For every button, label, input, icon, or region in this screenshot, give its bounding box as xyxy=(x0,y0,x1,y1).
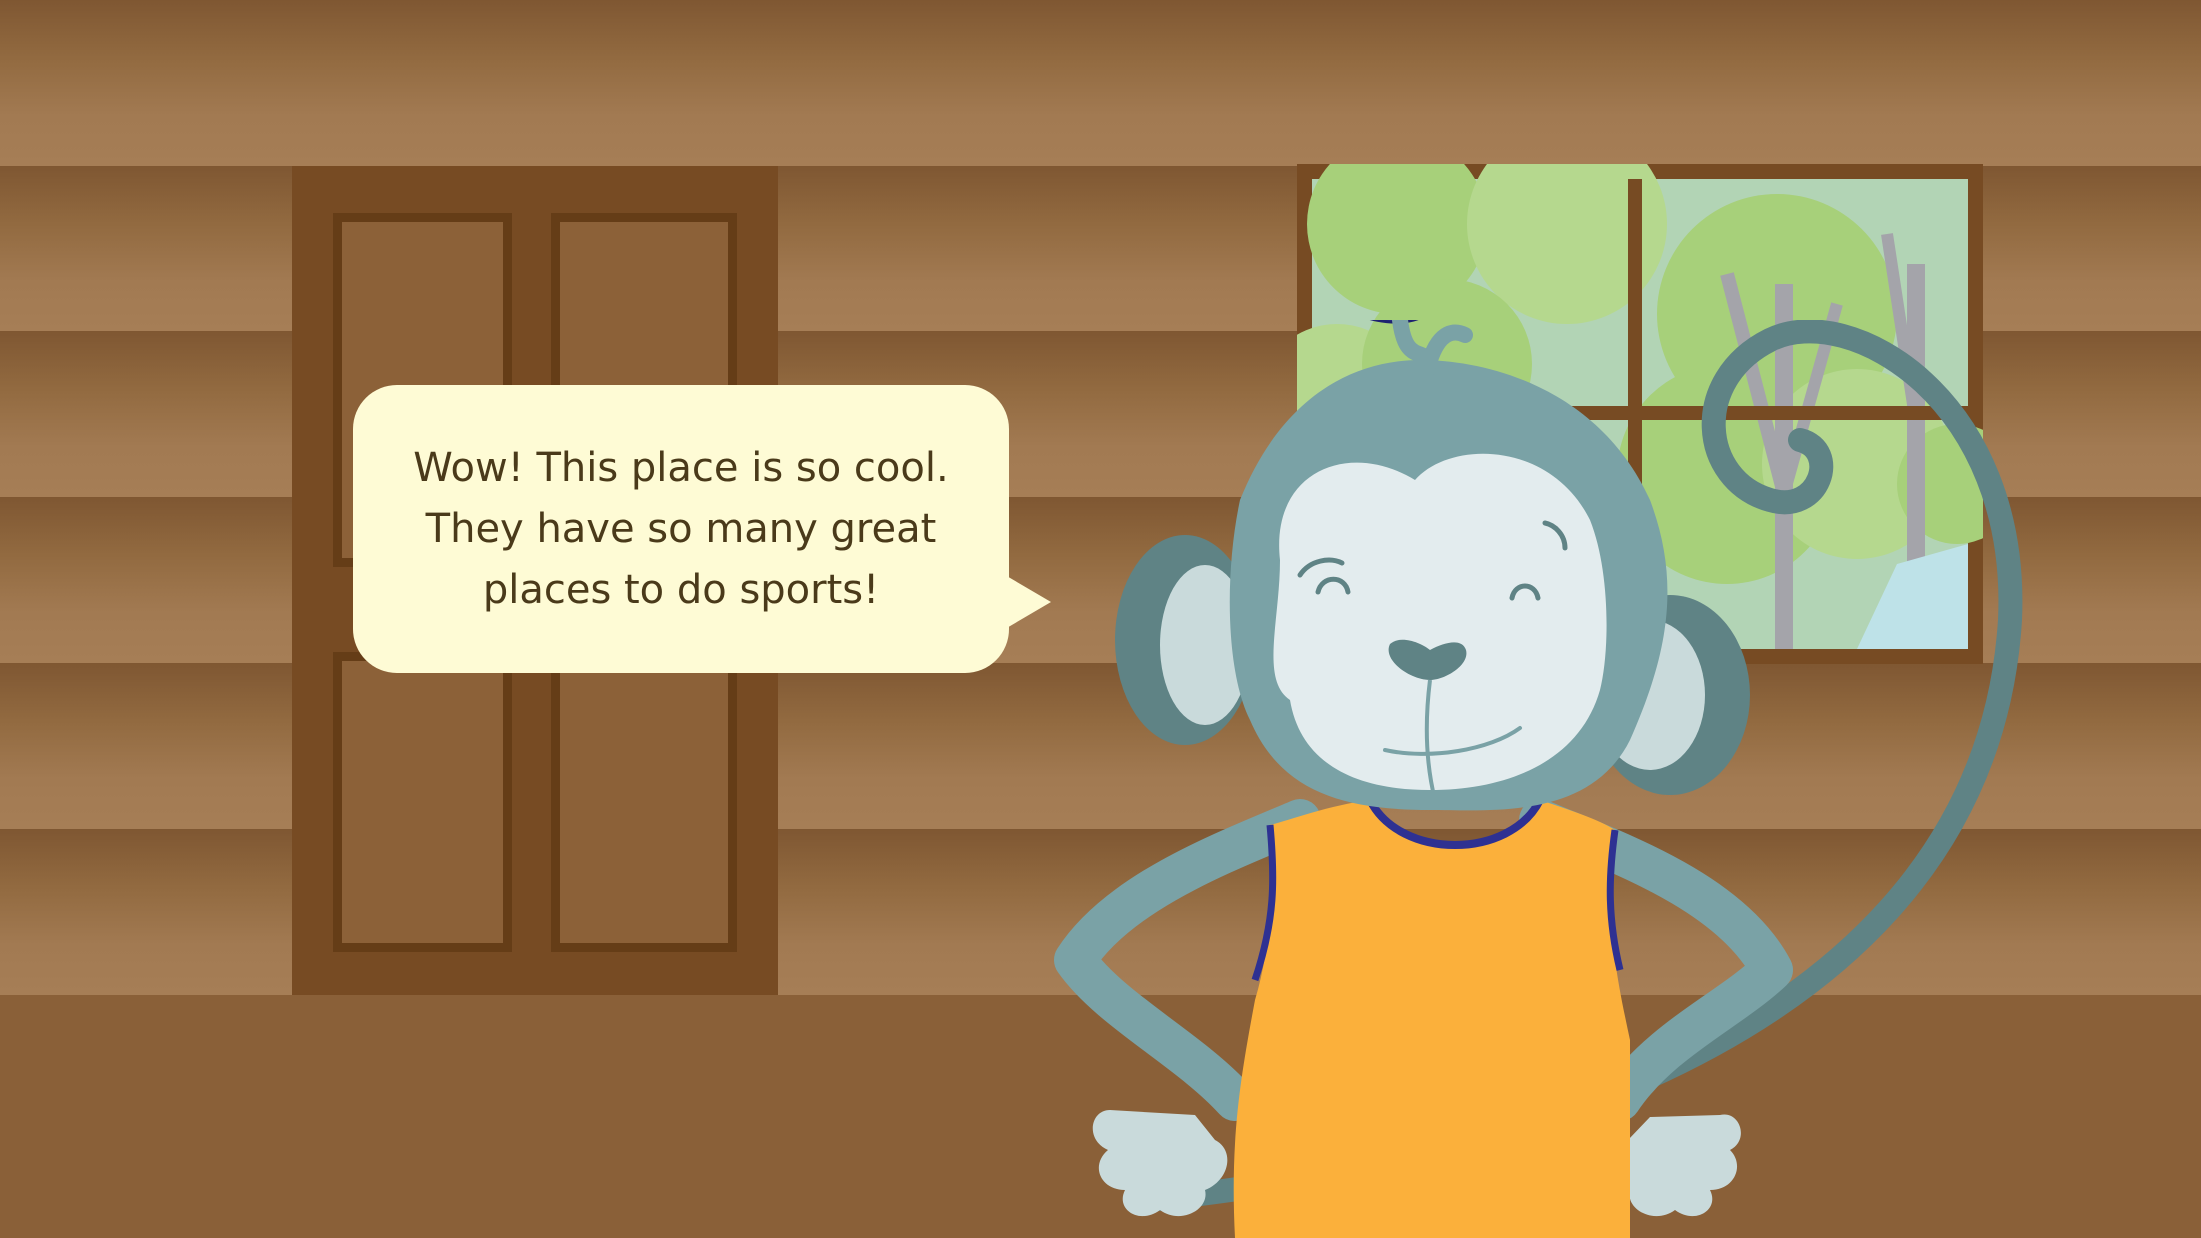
speech-text: Wow! This place is so cool. They have so… xyxy=(413,444,949,613)
wall-plank xyxy=(0,0,2201,166)
monkey-icon: 5 xyxy=(1054,320,2023,1238)
storybook-scene: 5 Wow! This place is so cool. They have … xyxy=(0,0,2201,1238)
door-panel xyxy=(551,652,737,952)
speech-bubble: Wow! This place is so cool. They have so… xyxy=(353,385,1009,673)
door-panel xyxy=(333,652,512,952)
speech-bubble-tail xyxy=(1005,575,1051,629)
